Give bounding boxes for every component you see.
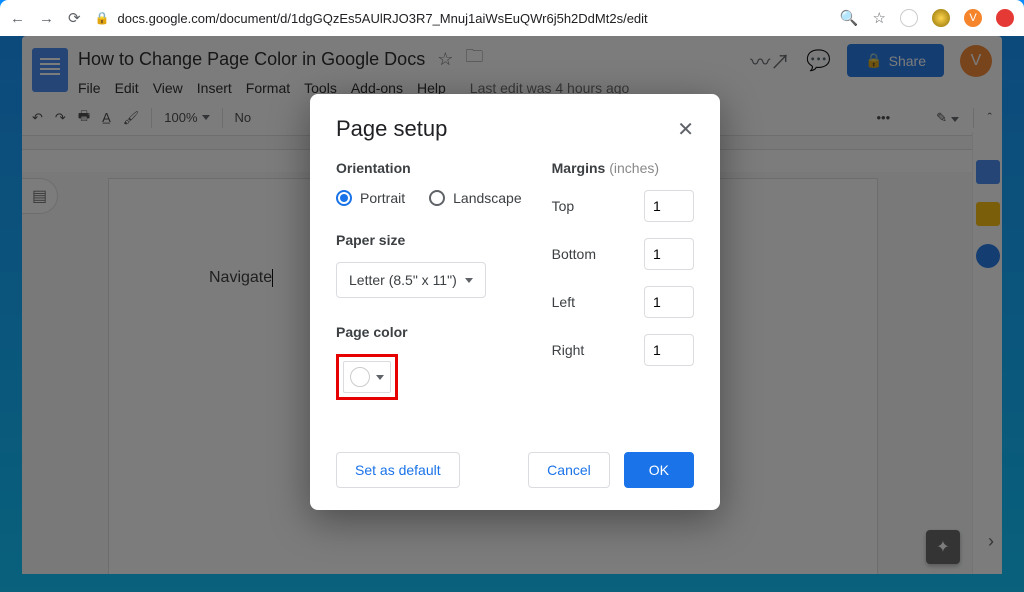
margin-left-input[interactable]	[644, 286, 694, 318]
margin-left-label: Left	[552, 294, 575, 310]
page-color-highlight	[336, 354, 398, 400]
star-icon[interactable]: ☆	[873, 9, 886, 27]
page-setup-dialog: Page setup ✕ Orientation Portrait Landsc…	[310, 94, 720, 510]
paper-size-select[interactable]: Letter (8.5" x 11")	[336, 262, 486, 298]
margin-top-input[interactable]	[644, 190, 694, 222]
reload-button[interactable]: ⟳	[68, 9, 81, 27]
page-color-label: Page color	[336, 324, 522, 340]
landscape-radio[interactable]	[429, 190, 445, 206]
zoom-icon[interactable]: 🔍	[840, 9, 859, 27]
page-color-picker[interactable]	[343, 361, 391, 393]
extension-icon-3[interactable]	[996, 9, 1014, 27]
forward-button[interactable]: →	[39, 10, 54, 27]
back-button[interactable]: ←	[10, 10, 25, 27]
close-icon[interactable]: ✕	[677, 117, 694, 142]
orientation-label: Orientation	[336, 160, 522, 176]
margin-bottom-input[interactable]	[644, 238, 694, 270]
extension-icon-2[interactable]	[932, 9, 950, 27]
portrait-radio[interactable]	[336, 190, 352, 206]
portrait-label: Portrait	[360, 190, 405, 206]
margin-bottom-label: Bottom	[552, 246, 596, 262]
margin-right-label: Right	[552, 342, 585, 358]
extension-icon-1[interactable]	[900, 9, 918, 27]
margin-right-input[interactable]	[644, 334, 694, 366]
paper-size-label: Paper size	[336, 232, 522, 248]
url-text: docs.google.com/document/d/1dgGQzEs5AUlR…	[118, 11, 648, 26]
landscape-label: Landscape	[453, 190, 522, 206]
dialog-title: Page setup	[336, 116, 447, 142]
cancel-button[interactable]: Cancel	[528, 452, 610, 488]
margin-top-label: Top	[552, 198, 575, 214]
chevron-down-icon	[376, 375, 384, 380]
margins-label: Margins (inches)	[552, 160, 694, 176]
lock-icon: 🔒	[95, 11, 110, 25]
address-bar[interactable]: 🔒 docs.google.com/document/d/1dgGQzEs5AU…	[95, 11, 826, 26]
ok-button[interactable]: OK	[624, 452, 694, 488]
browser-toolbar: ← → ⟳ 🔒 docs.google.com/document/d/1dgGQ…	[0, 0, 1024, 36]
color-swatch	[350, 367, 370, 387]
set-as-default-button[interactable]: Set as default	[336, 452, 460, 488]
profile-avatar[interactable]: V	[964, 9, 982, 27]
chevron-down-icon	[465, 278, 473, 283]
